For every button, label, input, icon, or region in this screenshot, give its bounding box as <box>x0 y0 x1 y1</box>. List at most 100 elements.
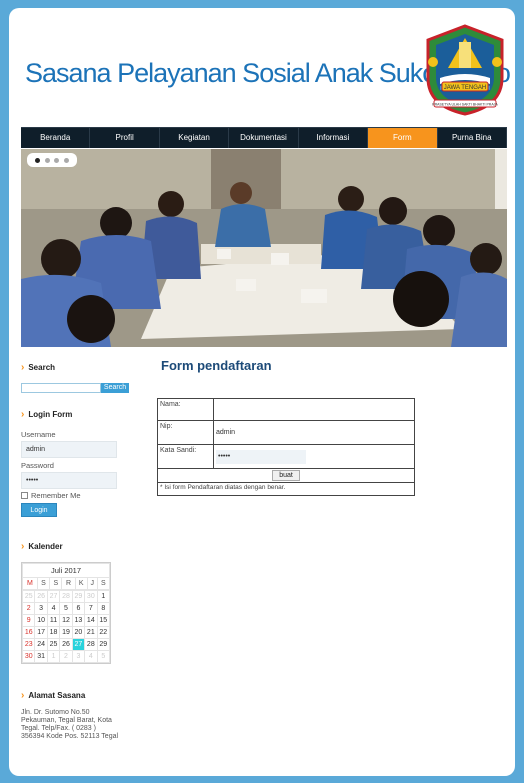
calendar-day[interactable]: 13 <box>71 614 86 627</box>
calendar-day[interactable]: 2 <box>21 602 36 615</box>
slider-dot-1[interactable] <box>35 157 41 163</box>
calendar-day[interactable]: 1 <box>46 650 61 663</box>
calendar-day[interactable]: 9 <box>21 614 36 627</box>
meeting-photo <box>21 149 507 347</box>
nip-field[interactable]: admin <box>214 421 414 444</box>
search-input[interactable] <box>21 383 101 393</box>
username-label: Username <box>21 430 56 439</box>
remember-checkbox[interactable] <box>21 492 28 499</box>
search-row: Search <box>21 383 149 393</box>
calendar-day[interactable]: 22 <box>96 626 111 639</box>
nav-item-kegiatan[interactable]: Kegiatan <box>160 128 230 148</box>
calendar-day[interactable]: 30 <box>84 590 98 603</box>
password-label: Password <box>21 461 54 470</box>
calendar-day[interactable]: 5 <box>96 650 111 663</box>
page-frame: Sasana Pelayanan Sosial Anak Suko Mulyo … <box>9 8 515 776</box>
calendar-day[interactable]: 16 <box>21 626 36 639</box>
calendar: Juli 2017 MSSRKJS 25 26 27 28 29 30 1 2 3 4 5 6 7 8 9 1… <box>21 562 111 664</box>
search-heading: › Search <box>21 362 56 373</box>
calendar-day[interactable]: 6 <box>71 602 86 615</box>
nav-item-dokumentasi[interactable]: Dokumentasi <box>229 128 299 148</box>
password-field[interactable]: ••••• <box>21 472 117 489</box>
nav-item-profil[interactable]: Profil <box>90 128 160 148</box>
calendar-day[interactable]: 3 <box>34 602 48 615</box>
calendar-day[interactable]: 27 <box>46 590 61 603</box>
calendar-day[interactable]: 11 <box>46 614 61 627</box>
login-button[interactable]: Login <box>21 503 57 517</box>
username-field[interactable]: admin <box>21 441 117 458</box>
calendar-month[interactable]: Juli 2017 <box>22 563 110 578</box>
calendar-day[interactable]: 26 <box>59 638 73 651</box>
nav-item-form[interactable]: Form <box>368 128 438 148</box>
nav-item-beranda[interactable]: Beranda <box>21 128 91 148</box>
calendar-day[interactable]: 28 <box>59 590 73 603</box>
calendar-day[interactable]: 3 <box>71 650 86 663</box>
calendar-day[interactable]: 29 <box>71 590 86 603</box>
calendar-weekday: S <box>49 577 63 590</box>
calendar-day[interactable]: 27 <box>71 638 86 651</box>
slider-dot-2[interactable] <box>44 157 50 163</box>
jawa-tengah-logo: JAWA TENGAH PRASETYA ULAH SAKTI BHAKTI P… <box>418 20 512 118</box>
calendar-day[interactable]: 26 <box>34 590 48 603</box>
calendar-day[interactable]: 29 <box>96 638 111 651</box>
form-note: * Isi form Pendaftaran diatas dengan ben… <box>160 484 286 491</box>
password-field[interactable]: ••••• <box>216 449 306 464</box>
calendar-day[interactable]: 15 <box>96 614 111 627</box>
calendar-day[interactable]: 24 <box>34 638 48 651</box>
calendar-weekday: J <box>86 577 98 590</box>
calendar-weekday: M <box>22 577 38 590</box>
slider-dot-4[interactable] <box>63 157 69 163</box>
login-heading: › Login Form <box>21 409 73 420</box>
name-label: Nama: <box>158 399 214 420</box>
slider-dot-3[interactable] <box>54 157 60 163</box>
calendar-weekday: K <box>74 577 88 590</box>
svg-text:JAWA TENGAH: JAWA TENGAH <box>444 85 486 91</box>
registration-form: Nama: Nip: admin Kata Sandi: ••••• buat … <box>157 398 415 496</box>
calendar-day[interactable]: 8 <box>96 602 111 615</box>
calendar-day[interactable]: 18 <box>46 626 61 639</box>
search-button[interactable]: Search <box>101 383 129 393</box>
chevron-right-icon: › <box>21 362 25 373</box>
calendar-day[interactable]: 14 <box>84 614 98 627</box>
name-field[interactable] <box>214 399 414 420</box>
submit-button[interactable]: buat <box>272 470 300 481</box>
calendar-day[interactable]: 28 <box>84 638 98 651</box>
calendar-day[interactable]: 10 <box>34 614 48 627</box>
main-nav: Beranda Profil Kegiatan Dokumentasi Info… <box>21 127 507 148</box>
calendar-day[interactable]: 25 <box>21 590 36 603</box>
calendar-day[interactable]: 25 <box>46 638 61 651</box>
calendar-day[interactable]: 23 <box>21 638 36 651</box>
chevron-right-icon: › <box>21 541 25 552</box>
nav-item-informasi[interactable]: Informasi <box>299 128 369 148</box>
calendar-day[interactable]: 5 <box>59 602 73 615</box>
main-content: Form pendaftaran <box>161 358 421 373</box>
calendar-day[interactable]: 7 <box>84 602 98 615</box>
calendar-day[interactable]: 4 <box>46 602 61 615</box>
calendar-day[interactable]: 4 <box>84 650 98 663</box>
calendar-day[interactable]: 30 <box>21 650 36 663</box>
remember-label: Remember Me <box>31 491 81 500</box>
remember-me[interactable]: Remember Me <box>21 491 149 500</box>
nav-item-purna-bina[interactable]: Purna Bina <box>438 128 507 148</box>
calendar-day[interactable]: 17 <box>34 626 48 639</box>
calendar-weekday: S <box>96 577 111 590</box>
calendar-weekday: S <box>36 577 51 590</box>
calendar-day[interactable]: 12 <box>59 614 73 627</box>
calendar-day[interactable]: 2 <box>59 650 73 663</box>
chevron-right-icon: › <box>21 409 25 420</box>
address-heading: › Alamat Sasana <box>21 690 86 701</box>
page-title: Form pendaftaran <box>161 358 272 373</box>
calendar-day[interactable]: 31 <box>34 650 48 663</box>
calendar-day[interactable]: 21 <box>84 626 98 639</box>
slider-dots <box>27 153 77 167</box>
calendar-day[interactable]: 1 <box>96 590 111 603</box>
calendar-day[interactable]: 19 <box>59 626 73 639</box>
photo-slider[interactable] <box>21 149 507 347</box>
calendar-day[interactable]: 20 <box>71 626 86 639</box>
address-text: Jln. Dr. Sutomo No.50 Pekauman, Tegal Ba… <box>21 709 119 740</box>
chevron-right-icon: › <box>21 690 25 701</box>
svg-text:PRASETYA ULAH SAKTI BHAKTI PRA: PRASETYA ULAH SAKTI BHAKTI PRAJA <box>432 103 498 107</box>
nip-label: Nip: <box>158 421 214 444</box>
sidebar: › Search Search › Login Form Username ad… <box>21 350 149 741</box>
calendar-heading: › Kalender <box>21 541 63 552</box>
